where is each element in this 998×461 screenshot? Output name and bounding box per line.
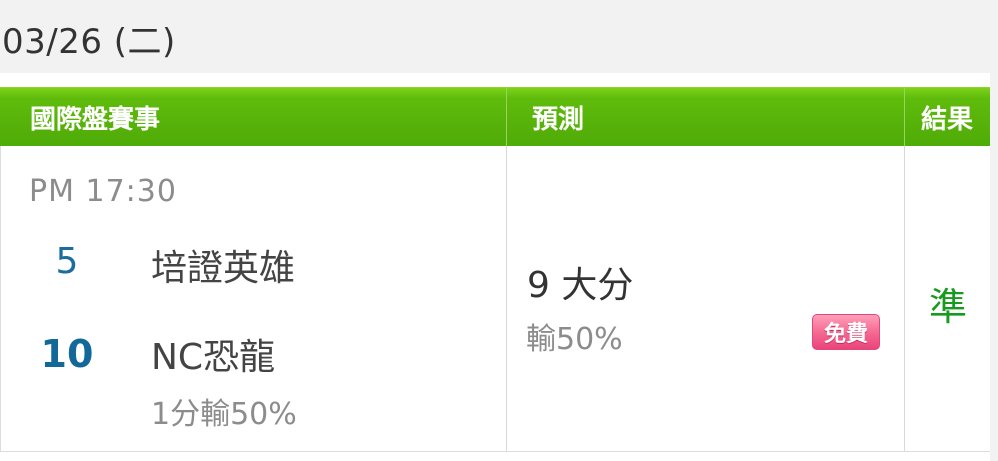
header-predict: 預測 [532, 105, 585, 135]
team-b-rank: 10 [40, 332, 94, 376]
table-row[interactable]: PM 17:30 5 培證英雄 10 NC恐龍 1分輸50% 9 大分 輸50%… [0, 146, 990, 451]
right-edge [990, 73, 998, 461]
team-a-rank: 5 [55, 241, 79, 282]
result-value: 準 [928, 285, 967, 329]
column-divider [506, 146, 507, 451]
prediction-sub: 輸50% [526, 322, 623, 357]
team-b-name[interactable]: NC恐龍 [151, 328, 275, 380]
header-event: 國際盤賽事 [30, 105, 161, 135]
prediction-pick: 9 大分 [527, 265, 634, 306]
date-bar: 03/26 (二) [0, 0, 998, 73]
date-label: 03/26 (二) [2, 22, 176, 62]
table-header: 國際盤賽事 預測 結果 [0, 87, 990, 147]
free-badge[interactable]: 免費 [812, 314, 880, 350]
team-a-name[interactable]: 培證英雄 [151, 239, 295, 291]
handicap-line: 1分輸50% [151, 397, 297, 432]
game-time: PM 17:30 [29, 174, 177, 209]
row-divider [0, 451, 990, 452]
header-result: 結果 [920, 105, 973, 135]
schedule-table: 國際盤賽事 預測 結果 PM 17:30 5 培證英雄 10 NC恐龍 1分輸5… [0, 73, 990, 461]
